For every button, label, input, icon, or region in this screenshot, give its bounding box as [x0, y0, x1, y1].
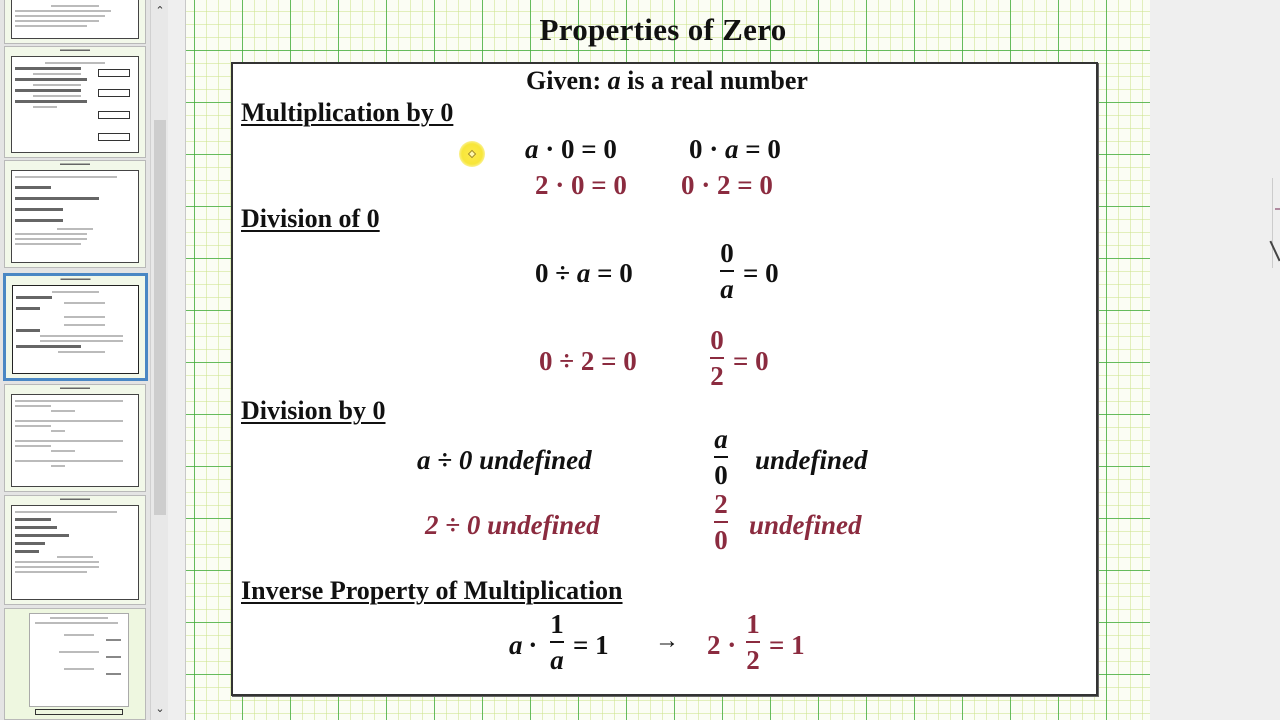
fraction-bar — [746, 641, 760, 643]
equation-zero-times-a: 0 · a = 0 — [689, 134, 781, 164]
equation-a-div-zero-undefined: a ÷ 0 undefined — [417, 445, 592, 476]
slide-title[interactable]: Properties of Zero — [186, 12, 1140, 48]
equation-zero-div-a: 0 ÷ a = 0 — [535, 258, 633, 288]
fraction-result-undefined: undefined — [755, 445, 868, 475]
heading-division-of-zero: Division of 0 — [241, 204, 380, 233]
equation-a-times-zero: a · 0 = 0 — [525, 134, 617, 164]
fraction-bar — [720, 270, 734, 272]
equation-text: a ÷ 0 undefined — [417, 445, 592, 475]
edge-slash — [1269, 240, 1280, 262]
scroll-up-icon[interactable]: ⌃ — [153, 4, 167, 18]
given-variable: a — [607, 66, 621, 95]
example-two-div-zero-undefined: 2 ÷ 0 undefined — [425, 510, 600, 540]
slide-thumbnail[interactable]: ▬▬▬▬▬▬ — [4, 495, 146, 605]
slide-canvas[interactable]: Properties of Zero Given: a is a real nu… — [186, 0, 1150, 720]
adjacent-window-edge — [1269, 178, 1280, 268]
slide-thumbnail[interactable]: ▬▬▬▬▬▬ — [4, 160, 146, 268]
content-box[interactable]: Given: a is a real number Multiplication… — [231, 62, 1098, 696]
presentation-editor: ▬▬▬▬▬▬ ▬▬▬▬▬▬ ▬▬▬▬▬▬ ▬▬▬▬▬▬ ▬▬▬▬▬▬ ⌃ ⌄ P… — [0, 0, 1280, 720]
scrollbar-thumb[interactable] — [154, 120, 166, 515]
edge-mark — [1275, 208, 1280, 210]
inverse-left: a · — [509, 630, 536, 660]
fraction-zero-over-a: 0 a — [720, 238, 734, 304]
fraction-bar — [714, 456, 728, 458]
pane-divider[interactable] — [168, 0, 186, 720]
slide-thumbnail[interactable] — [4, 0, 146, 44]
fraction-one-over-two: 1 2 — [746, 609, 760, 675]
fraction-bar — [710, 357, 724, 359]
inverse-result: = 1 — [573, 630, 609, 660]
inverse-example-result: = 1 — [769, 630, 805, 660]
slide-thumbnail-pane[interactable]: ▬▬▬▬▬▬ ▬▬▬▬▬▬ ▬▬▬▬▬▬ ▬▬▬▬▬▬ ▬▬▬▬▬▬ — [0, 0, 150, 720]
laser-pointer-icon — [459, 141, 485, 167]
slide-thumbnail[interactable]: ▬▬▬▬▬▬ — [4, 46, 146, 158]
workspace-background — [1150, 0, 1280, 720]
fraction-two-over-zero: 2 0 — [714, 489, 728, 555]
fraction-bar — [550, 641, 564, 643]
example-zero-div-two: 0 ÷ 2 = 0 — [539, 346, 637, 376]
fraction-one-over-a: 1 a — [550, 609, 564, 675]
fraction-result-undefined: undefined — [749, 510, 862, 540]
fraction-result: = 0 — [733, 346, 769, 376]
fraction-bar — [714, 521, 728, 523]
slide-thumbnail[interactable]: ▬▬▬▬▬▬ — [4, 384, 146, 492]
inverse-example-left: 2 · — [707, 630, 737, 660]
fraction-zero-over-two: 0 2 — [710, 325, 724, 391]
slide-thumbnail-current[interactable]: ▬▬▬▬▬▬ — [3, 273, 148, 381]
thumbnail-scrollbar[interactable]: ⌃ ⌄ — [150, 0, 168, 720]
given-statement: Given: a is a real number — [233, 66, 1096, 96]
arrow-icon: → — [655, 628, 679, 654]
example-zero-times-two: 0 · 2 = 0 — [681, 170, 773, 200]
heading-division-by-zero: Division by 0 — [241, 396, 386, 425]
fraction-a-over-zero: a 0 — [714, 424, 728, 490]
given-suffix: is a real number — [620, 66, 808, 95]
heading-inverse-property: Inverse Property of Multiplication — [241, 576, 623, 605]
scroll-down-icon[interactable]: ⌄ — [153, 702, 167, 716]
given-prefix: Given: — [526, 66, 608, 95]
slide-thumbnail[interactable] — [4, 608, 146, 720]
example-two-times-zero: 2 · 0 = 0 — [535, 170, 627, 200]
heading-multiplication-by-zero: Multiplication by 0 — [241, 98, 454, 127]
fraction-result: = 0 — [743, 258, 779, 288]
